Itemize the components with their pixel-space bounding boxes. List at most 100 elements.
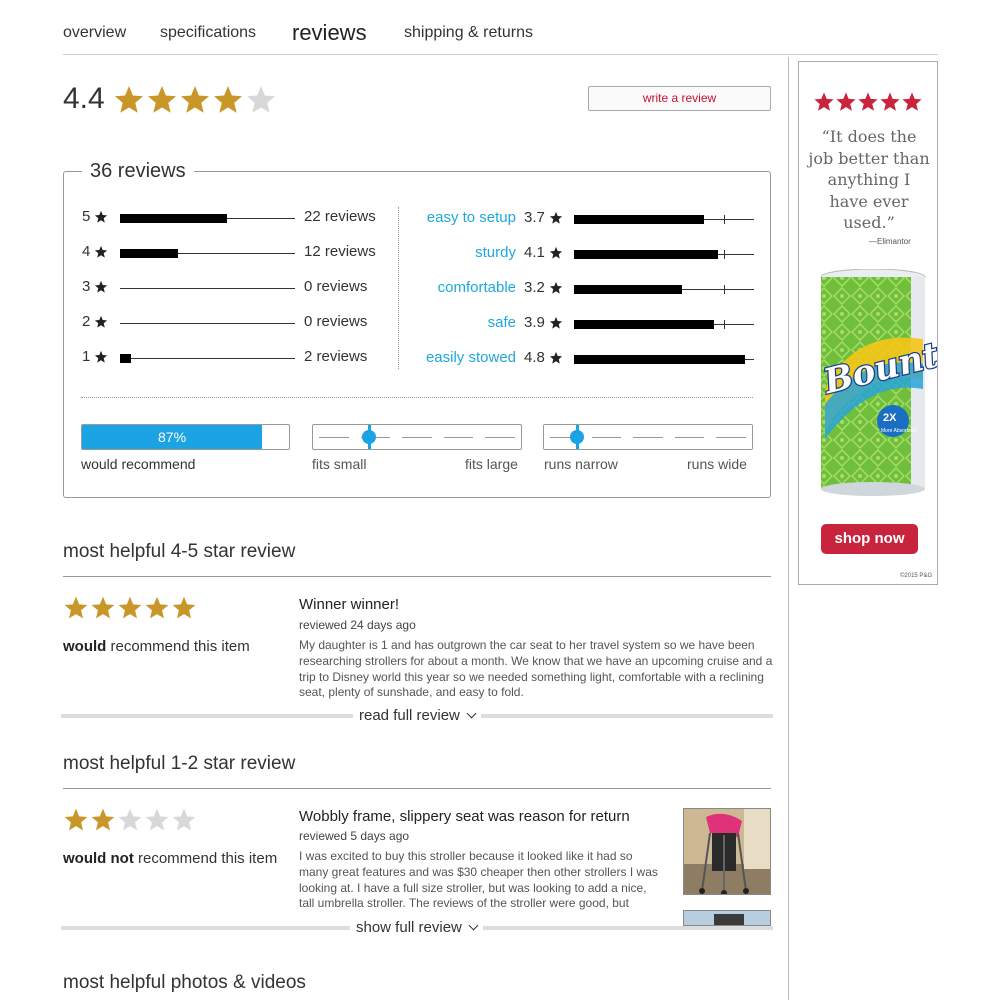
positive-review-title: Winner winner! <box>299 596 400 613</box>
ad-copyright: ©2015 P&G <box>900 573 933 579</box>
star-icon <box>64 808 88 831</box>
ad-quote-attribution: —Elimantor <box>869 237 911 246</box>
stroller-photo <box>684 809 770 894</box>
histogram-star-level: 3 <box>82 278 91 295</box>
histogram-bar-fill <box>120 249 178 258</box>
scale-segment <box>633 437 663 438</box>
negative-review-heading: most helpful 1-2 star review <box>63 753 296 774</box>
stroller-photo <box>684 911 770 925</box>
attribute-score: 3.9 <box>524 314 545 331</box>
star-icon <box>172 808 196 831</box>
histogram-count: 12 reviews <box>304 243 376 260</box>
histogram-row[interactable]: 4 12 reviews <box>82 243 382 263</box>
star-icon <box>858 92 878 111</box>
negative-review-recommend: would not recommend this item <box>63 850 278 867</box>
attribute-label-wrap: sturdy <box>410 244 516 264</box>
star-icon <box>94 280 108 293</box>
histogram-row[interactable]: 3 0 reviews <box>82 278 382 298</box>
attribute-rating-row: 4.1 <box>524 244 756 264</box>
star-icon <box>181 86 209 113</box>
scale-segment <box>591 437 622 438</box>
star-icon <box>549 316 563 329</box>
histogram-bar-track <box>120 288 295 289</box>
star-icon <box>549 281 563 294</box>
scale-marker-dot <box>570 430 585 444</box>
attribute-label-wrap: easy to setup <box>410 209 516 229</box>
attribute-bar-fill <box>574 355 745 364</box>
star-icon <box>145 596 169 619</box>
scale-segment <box>674 437 705 438</box>
attribute-label-wrap: easily stowed <box>410 349 516 369</box>
review-count-title: 36 reviews <box>82 160 194 183</box>
attribute-bar-tick <box>724 285 725 294</box>
attribute-label[interactable]: easily stowed <box>426 349 516 366</box>
svg-text:2X: 2X <box>883 412 897 424</box>
attribute-label[interactable]: comfortable <box>438 279 516 296</box>
attribute-score: 4.8 <box>524 349 545 366</box>
tab-specifications[interactable]: specifications <box>160 24 256 42</box>
negative-review-title: Wobbly frame, slippery seat was reason f… <box>299 808 630 825</box>
star-icon <box>118 808 142 831</box>
histogram-star-level: 2 <box>82 313 91 330</box>
read-full-review-button[interactable]: read full review <box>353 707 482 724</box>
attribute-label[interactable]: sturdy <box>475 244 516 261</box>
show-full-review-button[interactable]: show full review <box>350 919 484 936</box>
star-icon <box>836 92 856 111</box>
tab-overview[interactable]: overview <box>63 24 126 42</box>
photos-videos-heading: most helpful photos & videos <box>63 972 306 993</box>
width-scale <box>543 424 753 450</box>
advertisement[interactable]: “It does the job better than anything I … <box>798 61 938 585</box>
histogram-bar-track <box>120 214 295 223</box>
attribute-bar-fill <box>574 250 718 259</box>
attribute-bar-fill <box>574 320 715 329</box>
recommend-label: would recommend <box>81 456 196 472</box>
attribute-label[interactable]: safe <box>488 314 516 331</box>
attribute-bar-track <box>574 355 754 364</box>
histogram-count: 0 reviews <box>304 313 368 330</box>
star-icon <box>64 596 88 619</box>
star-icon <box>145 808 169 831</box>
attribute-label-wrap: safe <box>410 314 516 334</box>
star-icon <box>172 596 196 619</box>
recommend-bar: 87% <box>81 424 290 450</box>
write-review-button[interactable]: write a review <box>588 86 771 111</box>
review-photo-thumbnail[interactable] <box>683 910 771 926</box>
star-icon <box>91 596 115 619</box>
star-icon <box>902 92 922 111</box>
histogram-bar-track <box>120 249 295 258</box>
star-icon <box>814 92 834 111</box>
attribute-rating-row: 4.8 <box>524 349 756 369</box>
attribute-bar-track <box>574 285 754 294</box>
star-icon <box>118 596 142 619</box>
dotted-divider-vertical <box>398 207 399 369</box>
scale-segment <box>402 437 432 438</box>
tab-reviews[interactable]: reviews <box>292 20 367 46</box>
average-rating: 4.4 <box>63 82 105 115</box>
histogram-bar-track <box>120 323 295 324</box>
star-icon <box>94 350 108 363</box>
fit-right-label: fits large <box>465 456 518 472</box>
positive-review-recommend: would recommend this item <box>63 638 250 655</box>
width-right-label: runs wide <box>687 456 747 472</box>
attribute-bar-tick <box>724 250 725 259</box>
positive-review-stars <box>63 595 198 621</box>
star-icon <box>214 86 242 113</box>
scale-segment <box>485 437 515 438</box>
positive-review-date: reviewed 24 days ago <box>299 618 416 632</box>
chevron-down-icon <box>468 920 479 931</box>
histogram-star-level: 5 <box>82 208 91 225</box>
star-icon <box>247 86 275 113</box>
attribute-score: 3.2 <box>524 279 545 296</box>
histogram-count: 2 reviews <box>304 348 368 365</box>
histogram-row[interactable]: 1 2 reviews <box>82 348 382 368</box>
attribute-bar-track <box>574 250 754 259</box>
histogram-row[interactable]: 2 0 reviews <box>82 313 382 333</box>
histogram-row[interactable]: 5 22 reviews <box>82 208 382 228</box>
review-photo-thumbnail[interactable] <box>683 808 771 895</box>
shop-now-button[interactable]: shop now <box>821 524 918 554</box>
scale-segment <box>443 437 474 438</box>
tab-shipping-returns[interactable]: shipping & returns <box>404 24 533 42</box>
attribute-bar-track <box>574 215 754 224</box>
negative-review-date: reviewed 5 days ago <box>299 829 410 843</box>
attribute-label[interactable]: easy to setup <box>427 209 516 226</box>
